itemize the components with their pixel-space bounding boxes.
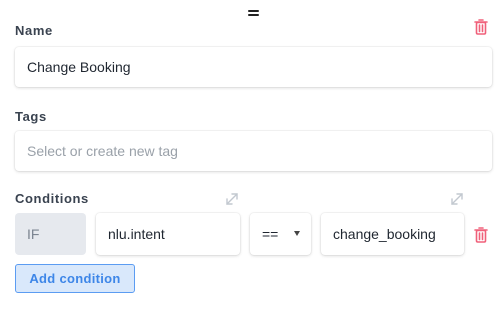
conditions-label: Conditions [15, 191, 89, 206]
condition-operator-select[interactable]: == [250, 213, 311, 255]
trash-icon[interactable] [474, 19, 488, 35]
if-text: IF [27, 226, 40, 242]
name-input-value: Change Booking [27, 59, 131, 75]
condition-value-text: change_booking [333, 226, 436, 242]
trash-icon[interactable] [474, 227, 488, 243]
condition-field-value: nlu.intent [108, 226, 165, 242]
tags-placeholder: Select or create new tag [27, 143, 178, 159]
expand-icon[interactable] [225, 192, 239, 206]
condition-value-input[interactable]: change_booking [321, 213, 464, 255]
condition-if-label: IF [15, 213, 86, 255]
expand-icon[interactable] [450, 192, 464, 206]
condition-field-input[interactable]: nlu.intent [96, 213, 240, 255]
tags-input[interactable]: Select or create new tag [15, 131, 492, 171]
drag-handle-icon[interactable] [248, 10, 259, 18]
condition-operator-value: == [262, 226, 279, 242]
add-condition-button[interactable]: Add condition [15, 264, 135, 293]
caret-down-icon [294, 231, 300, 236]
name-label: Name [15, 23, 53, 38]
name-input[interactable]: Change Booking [15, 47, 492, 87]
tags-label: Tags [15, 109, 47, 124]
